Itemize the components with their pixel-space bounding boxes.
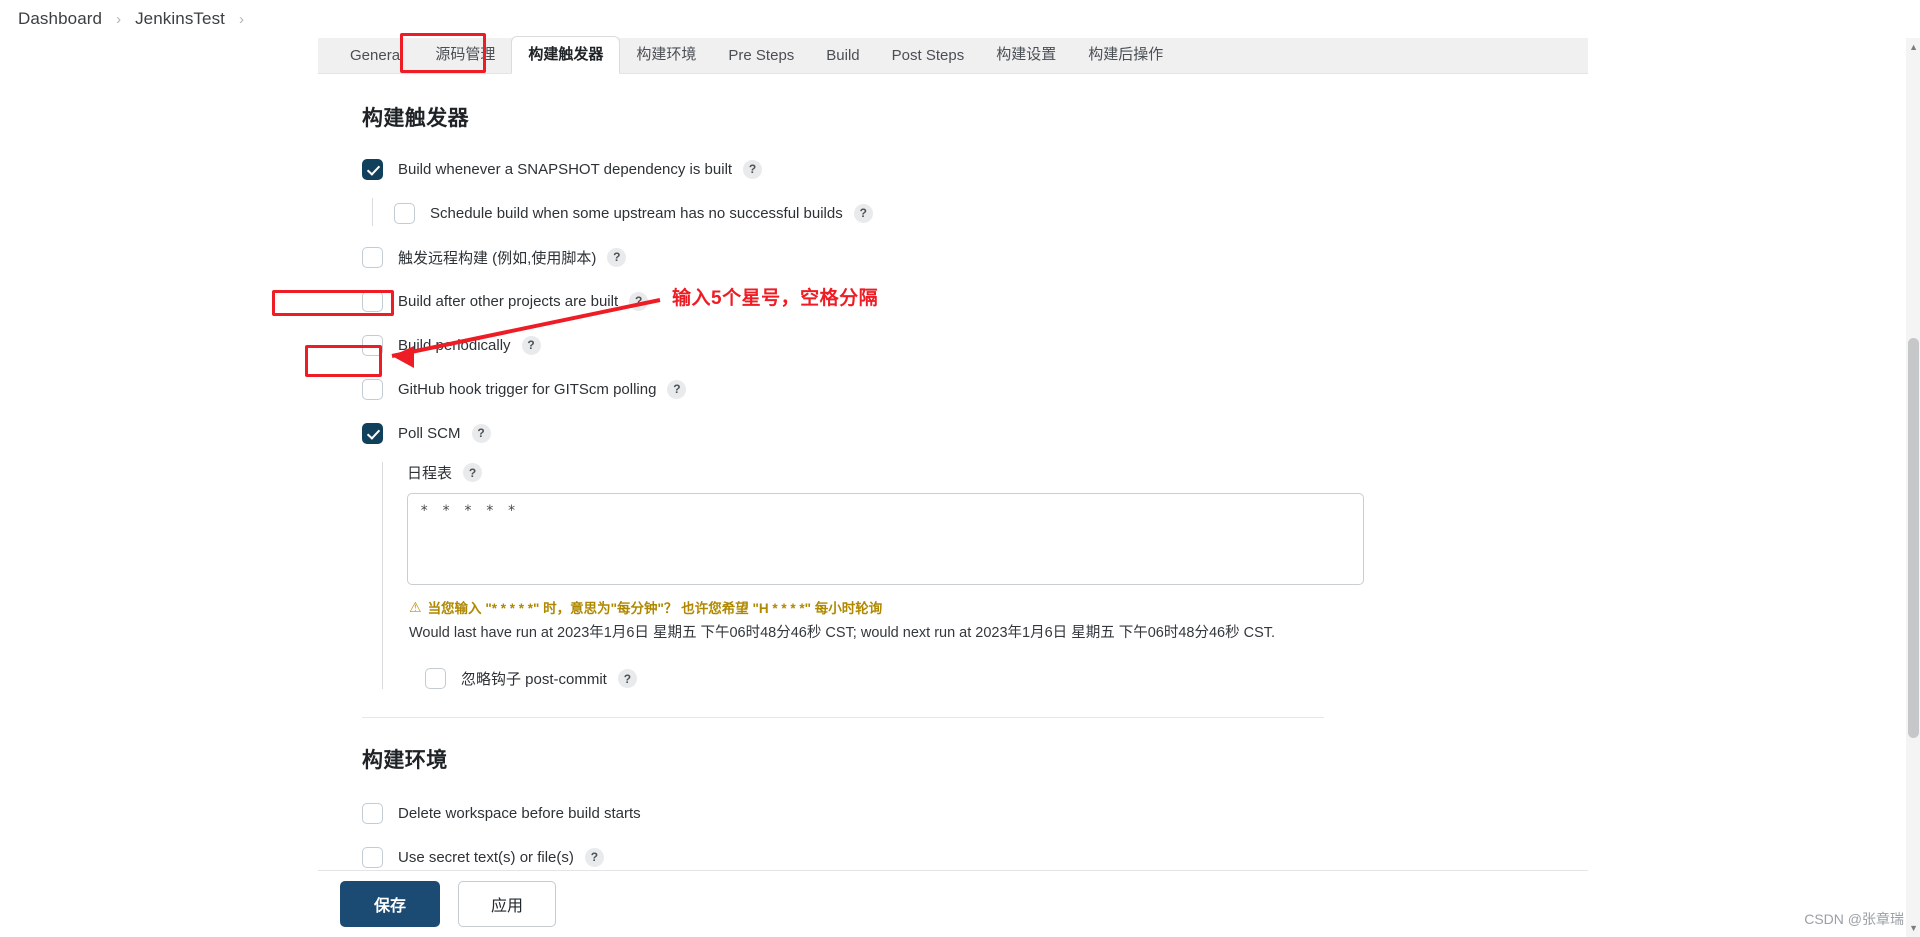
checkbox-delete-workspace[interactable]	[362, 802, 383, 824]
help-icon-remote-build[interactable]: ?	[607, 247, 627, 267]
scroll-up-icon[interactable]: ▲	[1909, 42, 1918, 52]
tab-build-environment[interactable]: 构建环境	[620, 37, 712, 73]
tab-pre-steps[interactable]: Pre Steps	[712, 41, 810, 73]
page-scrollbar[interactable]: ▲ ▼	[1906, 38, 1920, 937]
build-triggers-heading: 构建触发器	[362, 107, 469, 130]
poll-scm-detail: 日程表 ? ⚠ 当您输入 "* * * * *" 时，意思为"每分钟"？ 也许您…	[382, 462, 1558, 689]
schedule-label-row: 日程表 ?	[407, 462, 1558, 483]
tab-build-triggers[interactable]: 构建触发器	[511, 36, 621, 74]
help-icon-secret-text[interactable]: ?	[584, 847, 604, 867]
tab-post-build-actions[interactable]: 构建后操作	[1072, 37, 1179, 73]
trigger-snapshot-dependency[interactable]: Build whenever a SNAPSHOT dependency is …	[362, 158, 1558, 180]
label-github-hook: GitHub hook trigger for GITScm polling	[398, 380, 657, 398]
env-secret-text[interactable]: Use secret text(s) or file(s) ?	[362, 846, 1558, 868]
schedule-label: 日程表	[407, 465, 453, 482]
help-icon-ignore-post-commit[interactable]: ?	[617, 669, 637, 688]
build-environment-heading: 构建环境	[362, 749, 448, 772]
label-ignore-post-commit: 忽略钩子 post-commit	[461, 671, 607, 688]
annotation-note: 输入5个星号，空格分隔	[672, 288, 879, 309]
schedule-run-info: Would last have run at 2023年1月6日 星期五 下午0…	[409, 625, 1276, 641]
tab-source-management[interactable]: 源码管理	[419, 37, 511, 73]
chevron-right-icon: ›	[116, 10, 122, 28]
checkbox-remote-build[interactable]	[362, 246, 383, 268]
checkbox-github-hook[interactable]	[362, 378, 383, 400]
trigger-after-other-projects[interactable]: Build after other projects are built ?	[362, 290, 1558, 312]
page-root: Dashboard › JenkinsTest › General 源码管理 构…	[0, 0, 1920, 937]
config-tabbar: General 源码管理 构建触发器 构建环境 Pre Steps Build …	[318, 36, 1588, 74]
trigger-poll-scm[interactable]: Poll SCM ?	[362, 422, 1558, 444]
trigger-schedule-upstream[interactable]: Schedule build when some upstream has no…	[372, 198, 1558, 226]
checkbox-build-periodically[interactable]	[362, 334, 383, 356]
tab-post-steps[interactable]: Post Steps	[876, 41, 981, 73]
label-snapshot-dependency: Build whenever a SNAPSHOT dependency is …	[398, 160, 733, 178]
help-icon-github-hook[interactable]: ?	[667, 379, 687, 399]
warning-icon: ⚠	[409, 599, 422, 615]
trigger-github-hook[interactable]: GitHub hook trigger for GITScm polling ?	[362, 378, 1558, 400]
help-icon-snapshot-dependency[interactable]: ?	[743, 159, 763, 179]
checkbox-ignore-post-commit[interactable]	[425, 668, 446, 689]
tab-build[interactable]: Build	[810, 41, 875, 73]
save-button[interactable]: 保存	[340, 881, 441, 927]
label-after-other-projects: Build after other projects are built	[398, 292, 619, 310]
env-delete-workspace[interactable]: Delete workspace before build starts	[362, 802, 1558, 824]
label-secret-text: Use secret text(s) or file(s)	[398, 848, 574, 866]
checkbox-poll-scm[interactable]	[362, 422, 383, 444]
help-icon-build-periodically[interactable]: ?	[521, 335, 541, 355]
label-schedule-upstream: Schedule build when some upstream has no…	[430, 204, 843, 222]
help-icon-schedule-upstream[interactable]: ?	[853, 203, 873, 223]
trigger-build-periodically[interactable]: Build periodically ?	[362, 334, 1558, 356]
breadcrumb-item-dashboard[interactable]: Dashboard	[18, 9, 102, 29]
tab-general[interactable]: General	[334, 41, 419, 73]
checkbox-secret-text[interactable]	[362, 846, 383, 868]
scroll-down-icon[interactable]: ▼	[1909, 923, 1918, 933]
config-form-card: 构建触发器 Build whenever a SNAPSHOT dependen…	[318, 74, 1588, 870]
checkbox-after-other-projects[interactable]	[362, 290, 383, 312]
label-poll-scm: Poll SCM	[398, 424, 461, 442]
label-remote-build: 触发远程构建 (例如,使用脚本)	[398, 249, 597, 267]
schedule-warning-text: 当您输入 "* * * * *" 时，意思为"每分钟"？ 也许您希望 "H * …	[427, 601, 883, 616]
help-icon-poll-scm[interactable]: ?	[471, 423, 491, 443]
section-divider	[362, 717, 1324, 718]
label-delete-workspace: Delete workspace before build starts	[398, 804, 641, 822]
form-action-bar: 保存 应用	[318, 870, 1588, 937]
breadcrumb-item-jenkinstest[interactable]: JenkinsTest	[135, 9, 225, 29]
breadcrumb: Dashboard › JenkinsTest ›	[0, 0, 1920, 38]
label-build-periodically: Build periodically	[398, 336, 511, 354]
chevron-right-icon-2: ›	[239, 10, 244, 28]
scrollbar-thumb[interactable]	[1908, 338, 1919, 738]
watermark: CSDN @张章瑞	[1804, 911, 1904, 927]
right-rail	[1588, 38, 1920, 937]
schedule-warning: ⚠ 当您输入 "* * * * *" 时，意思为"每分钟"？ 也许您希望 "H …	[409, 597, 1558, 617]
left-rail	[0, 38, 318, 937]
schedule-input[interactable]	[407, 493, 1364, 585]
help-icon-schedule[interactable]: ?	[463, 463, 483, 482]
help-icon-after-other-projects[interactable]: ?	[629, 291, 649, 311]
checkbox-schedule-upstream[interactable]	[394, 202, 415, 224]
trigger-remote-build[interactable]: 触发远程构建 (例如,使用脚本) ?	[362, 246, 1558, 268]
checkbox-snapshot-dependency[interactable]	[362, 158, 383, 180]
trigger-ignore-post-commit[interactable]: 忽略钩子 post-commit ?	[425, 668, 1558, 689]
tab-build-settings[interactable]: 构建设置	[980, 37, 1072, 73]
apply-button[interactable]: 应用	[458, 881, 557, 927]
